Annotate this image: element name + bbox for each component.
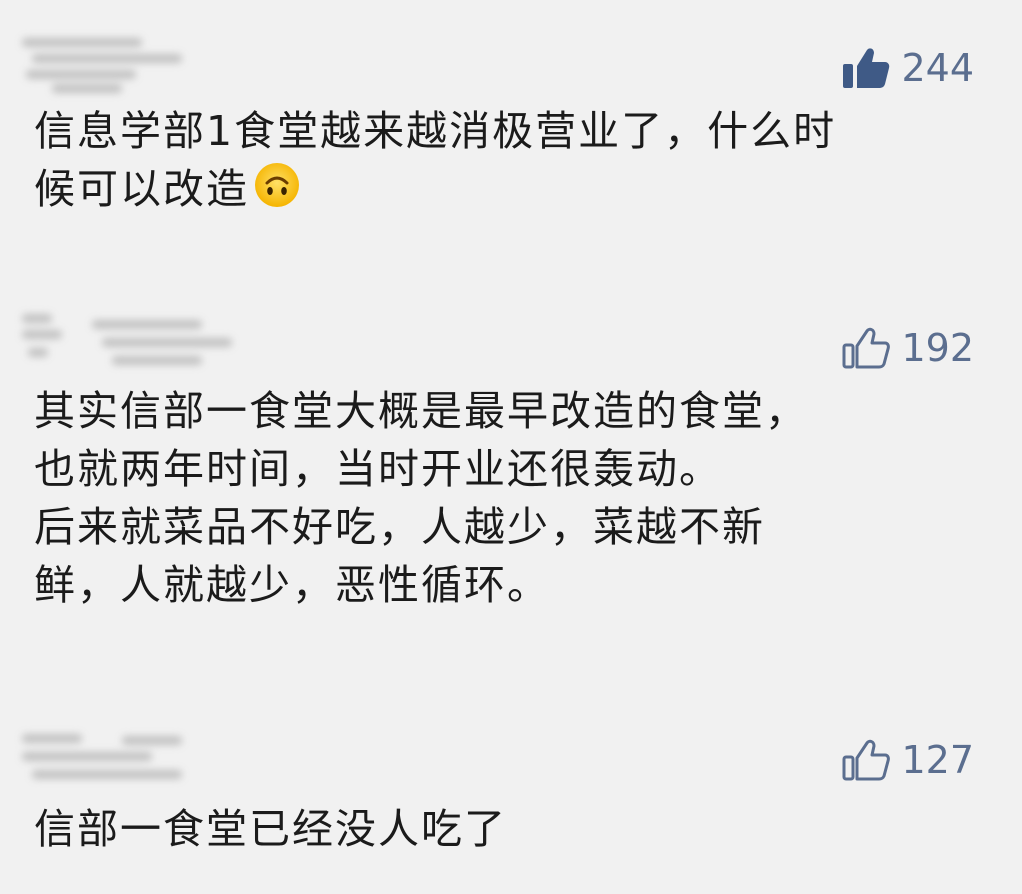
comment-line: 其实信部一食堂大概是最早改造的食堂， (34, 387, 808, 435)
like-count: 244 (901, 46, 974, 90)
username-redacted (22, 730, 182, 788)
username-redacted (22, 34, 182, 93)
like-count: 192 (901, 326, 974, 370)
comment-text: 其实信部一食堂大概是最早改造的食堂， 也就两年时间，当时开业还很轰动。 后来就菜… (34, 382, 984, 614)
comment-line-with-emoji: 候可以改造 (34, 160, 984, 224)
comment-line: 信部一食堂已经没人吃了 (34, 805, 507, 853)
comment-line-text: 候可以改造 (34, 165, 249, 213)
like-count: 127 (901, 738, 974, 782)
upside-down-face-emoji-icon (253, 161, 301, 224)
like-button[interactable]: 192 (841, 326, 974, 370)
comment-text: 信部一食堂已经没人吃了 (34, 800, 984, 858)
comment-line: 后来就菜品不好吃，人越少，菜越不新 (34, 503, 765, 551)
thumbs-up-outline-icon (841, 326, 891, 370)
comment-text: 信息学部1食堂越来越消极营业了，什么时 候可以改造 (34, 102, 984, 224)
like-button[interactable]: 127 (841, 738, 974, 782)
comment-line: 也就两年时间，当时开业还很轰动。 (34, 445, 722, 493)
thumbs-up-outline-icon (841, 738, 891, 782)
comment-line: 信息学部1食堂越来越消极营业了，什么时 (34, 107, 837, 155)
username-redacted (22, 312, 232, 370)
comment-line: 鲜，人就越少，恶性循环。 (34, 561, 550, 609)
like-button[interactable]: 244 (841, 46, 974, 90)
thumbs-up-filled-icon (841, 46, 891, 90)
